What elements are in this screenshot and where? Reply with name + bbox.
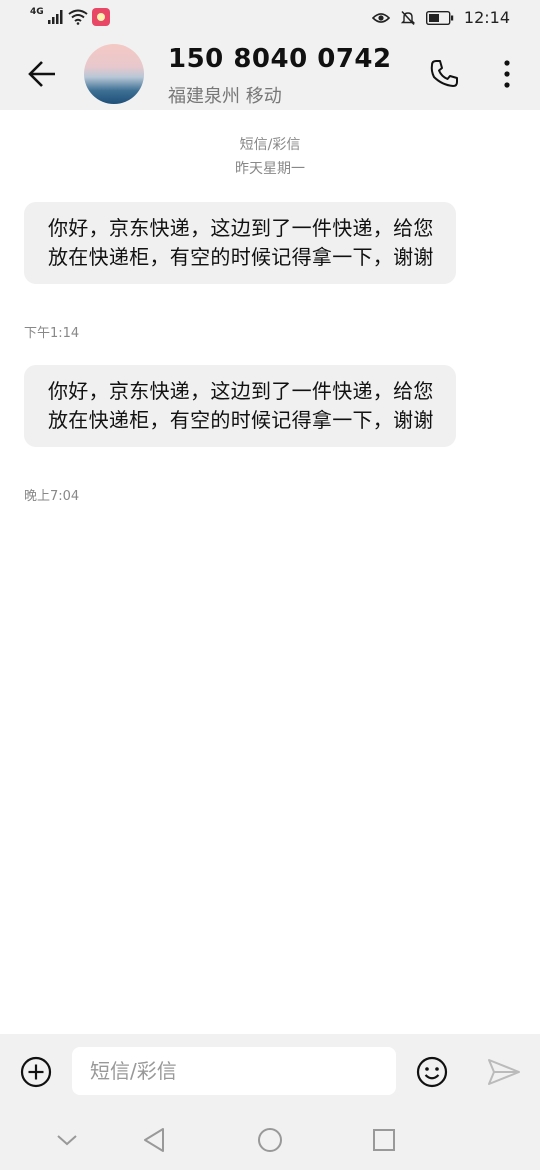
mute-bell-icon [400, 10, 416, 25]
nav-recents-button[interactable] [364, 1120, 404, 1160]
circle-home-icon [258, 1128, 282, 1152]
contact-number: 150 8040 0742 [168, 44, 392, 74]
send-button[interactable] [484, 1052, 524, 1092]
smiley-icon [416, 1056, 448, 1088]
triangle-back-icon [144, 1128, 164, 1152]
contact-location: 福建泉州 移动 [168, 86, 282, 107]
status-time: 12:14 [463, 8, 510, 27]
message-input[interactable] [72, 1047, 396, 1095]
message-bubble[interactable]: 你好，京东快递，这边到了一件快递，给您放在快递柜，有空的时候记得拿一下，谢谢 [24, 202, 456, 284]
system-navigation-bar [0, 1110, 540, 1170]
send-icon [488, 1059, 520, 1085]
chevron-down-icon [57, 1135, 77, 1146]
date-separator: 昨天星期一 [235, 161, 305, 177]
nav-back-button[interactable] [134, 1120, 174, 1160]
message-time: 晚上7:04 [24, 489, 80, 504]
status-left: 4G [30, 7, 110, 26]
status-bar: 4G 12:14 [0, 0, 540, 36]
wifi-icon [68, 9, 88, 25]
network-type-label: 4G [30, 7, 44, 17]
back-button[interactable] [20, 54, 64, 94]
message-type-label: 短信/彩信 [239, 137, 301, 153]
call-button[interactable] [424, 54, 464, 94]
more-vertical-icon [504, 60, 510, 88]
battery-icon [425, 10, 454, 25]
more-options-button[interactable] [492, 54, 522, 94]
notification-app-icon [91, 8, 110, 26]
nav-home-button[interactable] [250, 1120, 290, 1160]
phone-icon [430, 60, 458, 87]
plus-circle-icon [20, 1056, 52, 1088]
add-attachment-button[interactable] [16, 1052, 56, 1092]
signal-icon [47, 10, 63, 24]
emoji-button[interactable] [412, 1052, 452, 1092]
conversation-header: 150 8040 0742 福建泉州 移动 [0, 36, 540, 110]
square-recents-icon [373, 1129, 395, 1151]
message-list[interactable]: 短信/彩信 昨天星期一 你好，京东快递，这边到了一件快递，给您放在快递柜，有空的… [0, 110, 540, 1034]
message-bubble[interactable]: 你好，京东快递，这边到了一件快递，给您放在快递柜，有空的时候记得拿一下，谢谢 [24, 365, 456, 447]
eye-comfort-icon [371, 12, 390, 23]
nav-collapse-button[interactable] [47, 1120, 87, 1160]
status-right: 12:14 [371, 8, 510, 27]
compose-bar [0, 1034, 540, 1110]
contact-avatar[interactable] [84, 44, 144, 104]
arrow-left-icon [28, 61, 55, 87]
message-time: 下午1:14 [24, 326, 80, 341]
